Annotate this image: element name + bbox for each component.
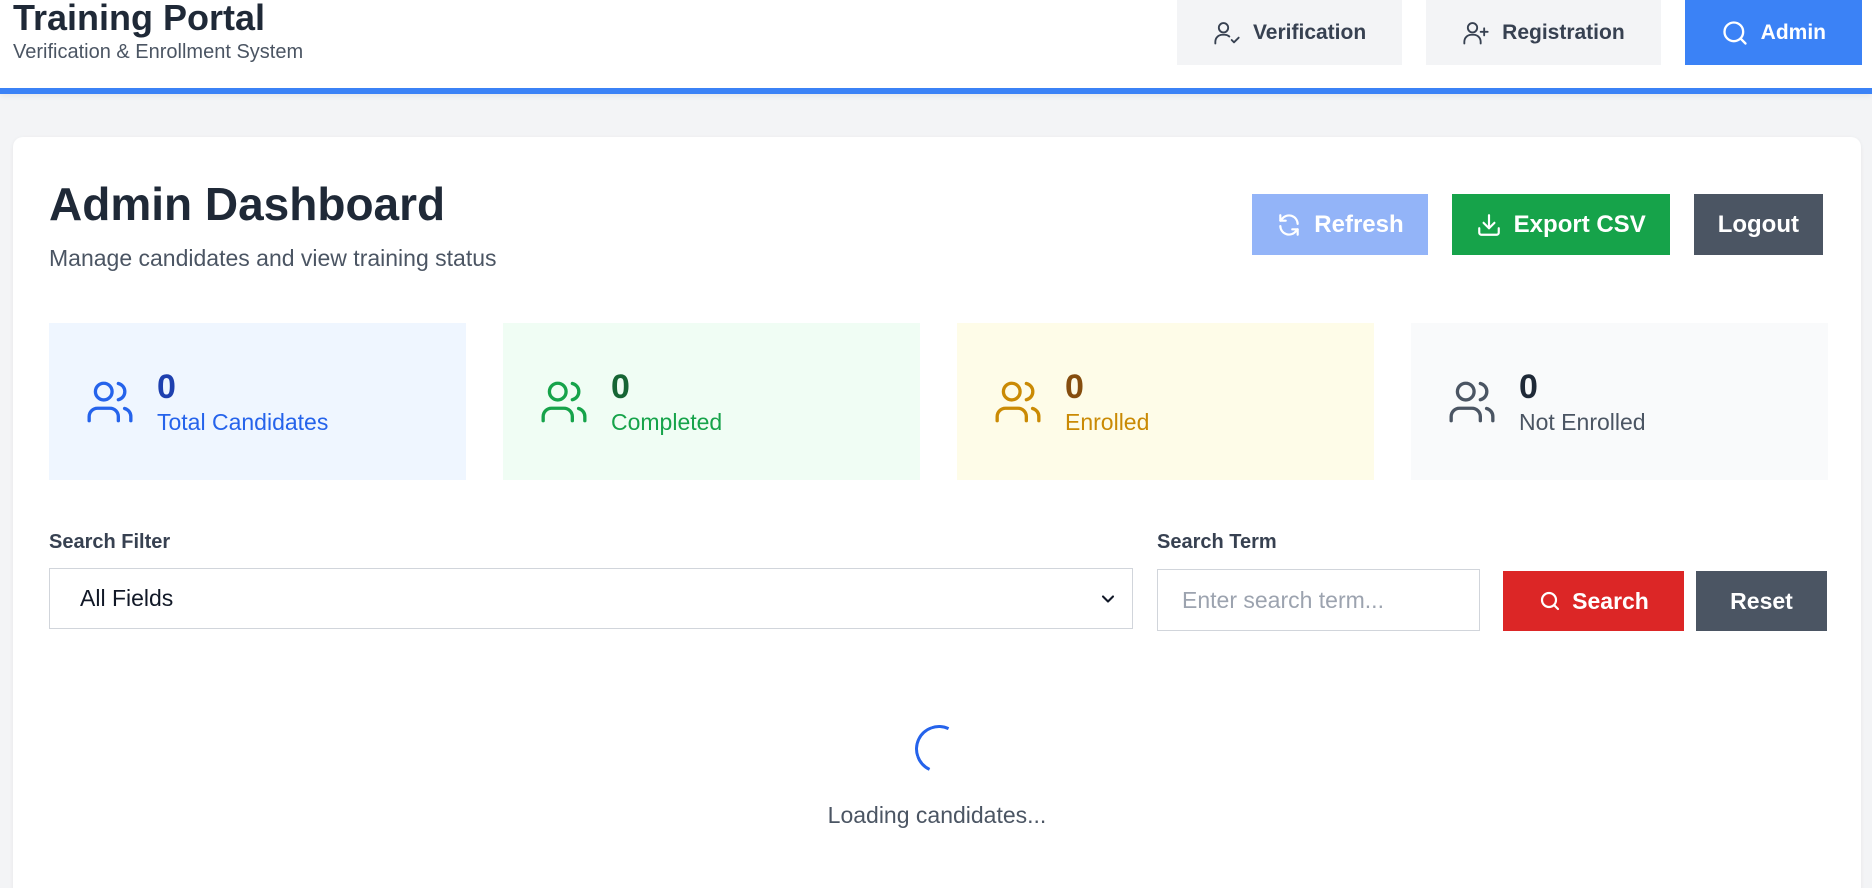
users-icon bbox=[1449, 381, 1495, 422]
refresh-button[interactable]: Refresh bbox=[1252, 194, 1428, 255]
logout-button[interactable]: Logout bbox=[1693, 194, 1823, 255]
stats-row: 0 Total Candidates 0 Completed 0 Enrolle… bbox=[49, 323, 1828, 480]
stat-total-candidates: 0 Total Candidates bbox=[49, 323, 466, 480]
stat-value: 0 bbox=[1519, 368, 1538, 406]
nav-verification-button[interactable]: Verification bbox=[1176, 0, 1403, 65]
search-filter-value: All Fields bbox=[80, 585, 174, 611]
nav-admin-button[interactable]: Admin bbox=[1684, 0, 1862, 65]
stat-label: Enrolled bbox=[1065, 409, 1150, 435]
stat-enrolled: 0 Enrolled bbox=[957, 323, 1374, 480]
stat-value: 0 bbox=[157, 368, 176, 406]
stat-label: Completed bbox=[611, 409, 723, 435]
users-icon bbox=[995, 381, 1041, 422]
logout-label: Logout bbox=[1717, 210, 1799, 238]
loading-text: Loading candidates... bbox=[827, 802, 1047, 828]
refresh-icon bbox=[1279, 213, 1300, 236]
nav-registration-button[interactable]: Registration bbox=[1426, 0, 1661, 65]
search-filter-label: Search Filter bbox=[49, 531, 171, 553]
nav-registration-label: Registration bbox=[1502, 20, 1625, 44]
app-title: Training Portal bbox=[13, 0, 266, 38]
search-filter-select[interactable]: All Fields bbox=[49, 568, 1133, 629]
export-csv-button[interactable]: Export CSV bbox=[1451, 194, 1670, 255]
search-term-label: Search Term bbox=[1157, 531, 1277, 553]
page-title: Admin Dashboard bbox=[49, 178, 446, 230]
main-nav: Verification Registration Admin bbox=[1176, 0, 1862, 65]
export-label: Export CSV bbox=[1513, 210, 1646, 238]
search-icon bbox=[1541, 591, 1560, 611]
stat-value: 0 bbox=[611, 368, 630, 406]
user-plus-icon bbox=[1463, 21, 1489, 44]
stat-not-enrolled: 0 Not Enrolled bbox=[1411, 323, 1828, 480]
stat-label: Total Candidates bbox=[157, 409, 329, 435]
dashboard-actions: Refresh Export CSV Logout bbox=[1252, 194, 1823, 255]
nav-admin-label: Admin bbox=[1760, 20, 1826, 44]
chevron-down-icon bbox=[1101, 594, 1115, 603]
page-subtitle: Manage candidates and view training stat… bbox=[49, 245, 497, 271]
top-header: Training Portal Verification & Enrollmen… bbox=[0, 0, 1872, 94]
search-button[interactable]: Search bbox=[1503, 571, 1684, 631]
brand: Training Portal Verification & Enrollmen… bbox=[13, 0, 303, 64]
loading-spinner bbox=[908, 718, 970, 780]
users-icon bbox=[87, 381, 133, 422]
download-icon bbox=[1477, 213, 1500, 236]
stat-value: 0 bbox=[1065, 368, 1084, 406]
search-term-input[interactable] bbox=[1157, 569, 1480, 631]
stat-completed: 0 Completed bbox=[503, 323, 920, 480]
admin-dashboard-card: Admin Dashboard Manage candidates and vi… bbox=[13, 137, 1861, 888]
nav-verification-label: Verification bbox=[1252, 20, 1367, 44]
refresh-label: Refresh bbox=[1314, 210, 1404, 238]
user-check-icon bbox=[1214, 21, 1240, 44]
stat-label: Not Enrolled bbox=[1519, 409, 1646, 435]
app-subtitle: Verification & Enrollment System bbox=[13, 41, 304, 63]
search-icon bbox=[1723, 20, 1747, 45]
reset-button[interactable]: Reset bbox=[1696, 571, 1827, 631]
users-icon bbox=[541, 381, 587, 422]
search-button-label: Search bbox=[1572, 587, 1649, 614]
